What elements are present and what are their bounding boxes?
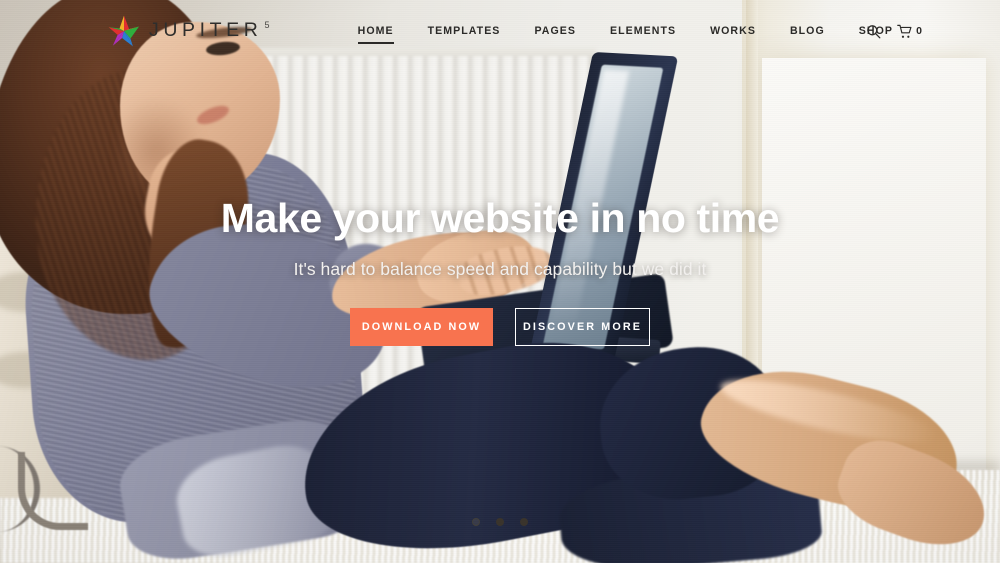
download-now-button[interactable]: DOWNLOAD NOW [350, 307, 493, 346]
hero-button-group: DOWNLOAD NOW DISCOVER MORE [0, 307, 1000, 346]
site-logo[interactable]: JUPITER 5 [108, 15, 270, 47]
logo-brand-text: JUPITER [149, 19, 263, 42]
slider-dot-3[interactable] [520, 518, 528, 526]
slider-pagination [0, 518, 1000, 526]
search-icon [867, 24, 881, 38]
shopping-cart-icon [897, 24, 912, 38]
slider-dot-2[interactable] [496, 518, 504, 526]
logo-wordmark: JUPITER 5 [149, 19, 270, 42]
hero-subtitle: It's hard to balance speed and capabilit… [293, 258, 707, 279]
main-navigation: HOME TEMPLATES PAGES ELEMENTS WORKS BLOG… [341, 16, 910, 46]
cart-button[interactable]: 0 [897, 24, 922, 39]
logo-version-superscript: 5 [264, 20, 270, 31]
hero-content: Make your website in no time It's hard t… [0, 195, 1000, 346]
nav-item-templates[interactable]: TEMPLATES [411, 16, 518, 46]
site-header: JUPITER 5 HOME TEMPLATES PAGES ELEMENTS W… [0, 0, 1000, 62]
hero-title: Make your website in no time [220, 195, 780, 241]
nav-item-blog[interactable]: BLOG [773, 16, 842, 46]
cart-count-badge: 0 [916, 25, 922, 37]
nav-item-elements[interactable]: ELEMENTS [593, 16, 693, 46]
nav-item-works[interactable]: WORKS [693, 16, 773, 46]
discover-more-button[interactable]: DISCOVER MORE [515, 307, 650, 346]
nav-item-home[interactable]: HOME [341, 16, 411, 46]
nav-item-pages[interactable]: PAGES [517, 16, 593, 46]
search-button[interactable] [866, 24, 881, 39]
star-logo-icon [108, 15, 140, 47]
slider-dot-1[interactable] [472, 518, 480, 526]
header-tools: 0 [866, 0, 922, 62]
